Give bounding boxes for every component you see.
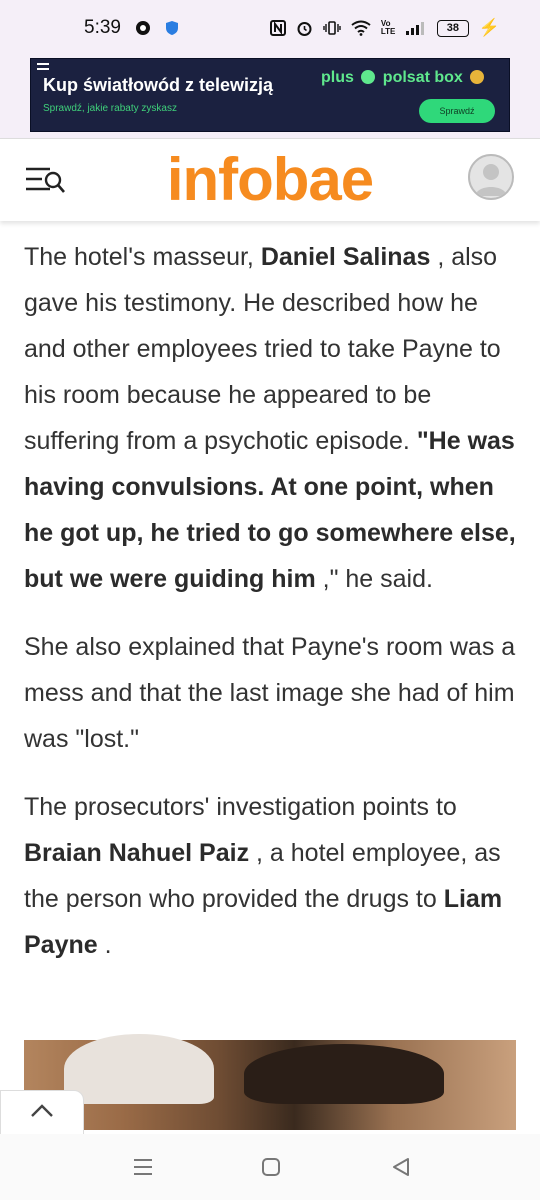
alarm-icon: [296, 20, 313, 37]
status-time: 5:39: [84, 17, 121, 38]
user-avatar-icon[interactable]: [468, 154, 514, 200]
ad-brand: plus polsat box: [321, 69, 487, 87]
chrome-icon: [135, 20, 151, 36]
chevron-up-icon: [30, 1103, 54, 1123]
article-image: [24, 1034, 516, 1130]
text: The prosecutors' investigation points to: [24, 793, 457, 821]
article-body: The hotel's masseur, Daniel Salinas , al…: [24, 234, 518, 990]
vibrate-icon: [323, 20, 341, 36]
ad-area: Kup światłowód z telewizją Sprawdź, jaki…: [0, 56, 540, 138]
article-paragraph: The prosecutors' investigation points to…: [24, 784, 518, 968]
site-logo[interactable]: infobae: [0, 145, 540, 214]
image-figure-left: [64, 1034, 214, 1104]
polsat-logo-icon: [470, 70, 485, 84]
article-paragraph: She also explained that Payne's room was…: [24, 633, 516, 753]
ad-title: Kup światłowód z telewizją: [43, 75, 274, 95]
text: , also gave his testimony. He described …: [24, 243, 501, 455]
scroll-top-button[interactable]: [0, 1090, 84, 1136]
wifi-icon: [351, 20, 371, 36]
ad-banner[interactable]: Kup światłowód z telewizją Sprawdź, jaki…: [30, 58, 510, 132]
ad-brand-plus: plus: [321, 69, 354, 86]
recent-apps-icon[interactable]: [130, 1154, 156, 1180]
text: The hotel's masseur,: [24, 243, 261, 271]
image-figure-right: [244, 1044, 444, 1104]
ad-brand-polsat: polsat box: [382, 69, 463, 86]
site-header: infobae: [0, 138, 540, 221]
ad-menu-icon[interactable]: [37, 63, 49, 73]
text: ," he said.: [315, 565, 433, 593]
ad-subtitle: Sprawdź, jakie rabaty zyskasz: [43, 103, 177, 114]
article-paragraph: The hotel's masseur, Daniel Salinas , al…: [24, 234, 518, 602]
system-nav-bar: [0, 1134, 540, 1200]
person-name: Braian Nahuel Paiz: [24, 839, 250, 867]
nfc-icon: [269, 20, 286, 36]
back-icon[interactable]: [388, 1154, 414, 1180]
charging-icon: ⚡: [478, 18, 500, 37]
ad-cta-button[interactable]: Sprawdź: [419, 99, 495, 123]
home-icon[interactable]: [258, 1154, 284, 1180]
text: .: [97, 931, 112, 959]
signal-icon: [405, 20, 427, 36]
battery-icon: 38: [436, 19, 469, 37]
shield-icon: [165, 20, 179, 36]
network-label: Vo LTE: [380, 19, 396, 36]
plus-logo-icon: [361, 70, 376, 84]
person-name: Daniel Salinas: [260, 243, 431, 271]
status-bar: 5:39 Vo LTE 38 ⚡: [0, 0, 540, 56]
